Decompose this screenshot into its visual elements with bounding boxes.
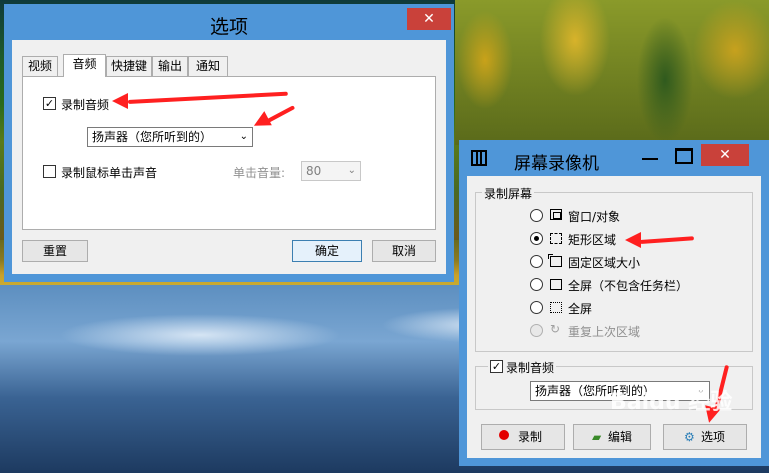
repeat-icon: ↻	[550, 322, 561, 336]
click-sound-label: 录制鼠标单击声音	[61, 166, 158, 180]
options-dialog: 选项 ✕ 视频 音频 快捷键 输出 通知 ✓ 录制音频 扬声器（您所听到的） ⌄…	[4, 4, 454, 282]
click-volume-value: 80	[306, 164, 322, 178]
annotation-arrow-3-head	[625, 232, 641, 248]
fixed-region-icon	[548, 254, 562, 267]
options-close-button[interactable]: ✕	[407, 8, 451, 30]
radio-fixed-region[interactable]	[530, 255, 543, 268]
record-audio-label: 录制音频	[61, 98, 110, 112]
recorder-audio-checkbox[interactable]: ✓	[490, 360, 503, 373]
tab-video[interactable]: 视频	[22, 56, 58, 76]
radio-repeat-last[interactable]	[530, 324, 543, 337]
options-client: 视频 音频 快捷键 输出 通知 ✓ 录制音频 扬声器（您所听到的） ⌄ 录制鼠标…	[12, 40, 446, 274]
desktop-trees	[455, 0, 769, 145]
gear-icon: ⚙	[684, 430, 695, 444]
option-rect-region-label: 矩形区域	[568, 233, 617, 247]
monitor-icon	[550, 279, 562, 290]
click-volume-label: 单击音量:	[233, 166, 286, 180]
chevron-down-icon: ⌄	[239, 131, 248, 142]
minimize-button[interactable]	[642, 158, 658, 160]
tab-output[interactable]: 输出	[152, 56, 188, 76]
record-dot-icon	[499, 430, 509, 440]
option-window-object-label: 窗口/对象	[568, 210, 621, 224]
click-sound-checkbox[interactable]	[43, 165, 56, 178]
watermark: Baidu 经验	[610, 390, 733, 415]
audio-source-value: 扬声器（您所听到的）	[92, 130, 213, 144]
chevron-down-icon: ⌄	[347, 165, 356, 176]
record-button-label: 录制	[517, 430, 542, 444]
record-area-group-title: 录制屏幕	[482, 185, 535, 202]
record-button[interactable]: 录制	[481, 424, 565, 450]
ok-button[interactable]: 确定	[292, 240, 362, 262]
window-icon	[550, 209, 562, 220]
record-audio-checkbox[interactable]: ✓	[43, 97, 56, 110]
dashed-rect-icon	[550, 233, 562, 244]
radio-window-object[interactable]	[530, 209, 543, 222]
recorder-title: 屏幕录像机	[514, 154, 599, 174]
option-fixed-region-label: 固定区域大小	[568, 256, 641, 270]
folder-icon: ▰	[592, 430, 602, 444]
tab-audio[interactable]: 音频	[63, 54, 106, 77]
recorder-window: 屏幕录像机 ✕ 录制屏幕 窗口/对象 矩形区域 固定区域大小 全屏（不包含任务栏…	[459, 140, 769, 466]
option-fullscreen-no-taskbar-label: 全屏（不包含任务栏）	[568, 279, 689, 293]
film-icon	[471, 150, 487, 166]
recorder-close-button[interactable]: ✕	[701, 144, 749, 166]
options-titlebar[interactable]: 选项 ✕	[4, 4, 454, 40]
radio-rect-region[interactable]	[530, 232, 543, 245]
tab-notify[interactable]: 通知	[188, 56, 228, 76]
fullscreen-icon	[550, 302, 562, 313]
tab-hotkeys[interactable]: 快捷键	[106, 56, 152, 76]
audio-source-select[interactable]: 扬声器（您所听到的） ⌄	[87, 127, 253, 147]
cancel-button[interactable]: 取消	[372, 240, 436, 262]
option-fullscreen-label: 全屏	[568, 302, 593, 316]
record-area-group: 录制屏幕 窗口/对象 矩形区域 固定区域大小 全屏（不包含任务栏） 全屏 ↻ 重…	[475, 185, 753, 352]
maximize-button[interactable]	[675, 148, 693, 164]
option-repeat-last-label: 重复上次区域	[568, 325, 641, 339]
options-button[interactable]: ⚙ 选项	[663, 424, 747, 450]
audio-tab-panel: ✓ 录制音频 扬声器（您所听到的） ⌄ 录制鼠标单击声音 单击音量: 80 ⌄	[22, 76, 436, 230]
reset-button[interactable]: 重置	[22, 240, 88, 262]
click-volume-select[interactable]: 80 ⌄	[301, 161, 361, 181]
radio-fullscreen-no-taskbar[interactable]	[530, 278, 543, 291]
radio-fullscreen[interactable]	[530, 301, 543, 314]
edit-button[interactable]: ▰ 编辑	[573, 424, 651, 450]
recorder-titlebar[interactable]: 屏幕录像机 ✕	[459, 140, 769, 176]
options-title: 选项	[209, 16, 248, 38]
annotation-arrow-1-head	[112, 93, 128, 109]
